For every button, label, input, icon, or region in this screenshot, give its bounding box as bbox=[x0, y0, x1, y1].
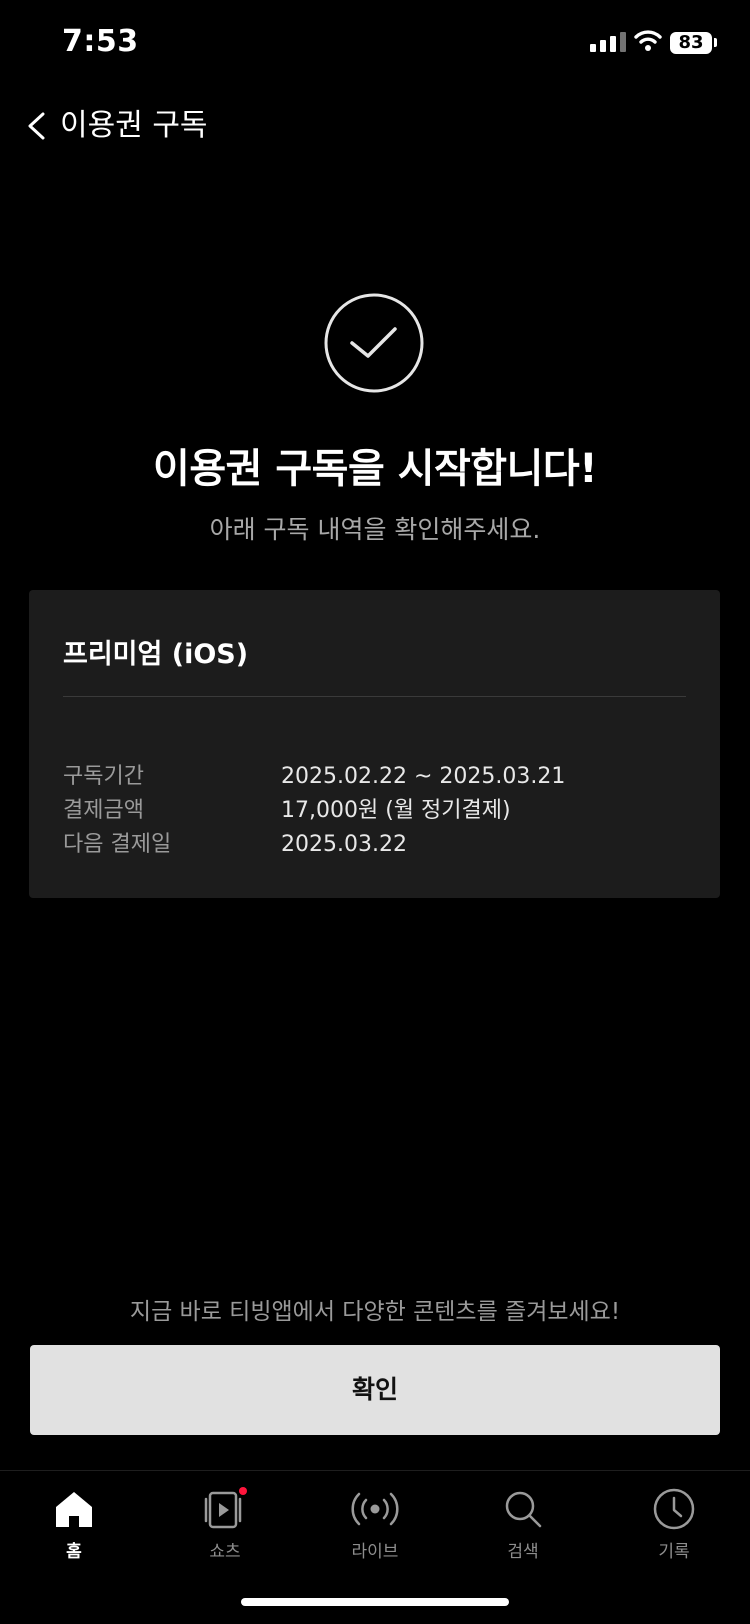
status-bar: 7:53 83 bbox=[0, 0, 750, 90]
notification-badge bbox=[239, 1487, 247, 1495]
tab-search[interactable]: 검색 bbox=[463, 1487, 583, 1562]
tab-label: 검색 bbox=[507, 1542, 539, 1562]
tab-shorts[interactable]: 쇼츠 bbox=[165, 1487, 285, 1562]
row-label: 구독기간 bbox=[63, 764, 144, 789]
shorts-icon bbox=[204, 1487, 247, 1529]
tab-live[interactable]: 라이브 bbox=[315, 1487, 435, 1562]
row-label: 다음 결제일 bbox=[63, 832, 172, 857]
confirm-button[interactable]: 확인 bbox=[30, 1345, 720, 1435]
battery-tip bbox=[714, 38, 717, 47]
tab-history[interactable]: 기록 bbox=[614, 1487, 734, 1562]
home-icon bbox=[56, 1492, 92, 1527]
tab-label: 기록 bbox=[658, 1542, 690, 1562]
search-icon bbox=[505, 1491, 542, 1528]
next-payment-row: 다음 결제일 2025.03.22 bbox=[63, 828, 703, 862]
cellular-signal-icon bbox=[590, 32, 626, 52]
row-label: 결제금액 bbox=[63, 798, 144, 823]
card-divider bbox=[63, 696, 686, 697]
tab-label: 홈 bbox=[66, 1542, 82, 1562]
row-value: 2025.02.22 ~ 2025.03.21 bbox=[281, 764, 566, 789]
header: 이용권 구독 bbox=[0, 96, 750, 156]
success-subtitle: 아래 구독 내역을 확인해주세요. bbox=[209, 515, 541, 544]
page-title: 이용권 구독 bbox=[60, 108, 208, 143]
payment-amount-row: 결제금액 17,000원 (월 정기결제) bbox=[63, 794, 703, 828]
tab-label: 쇼츠 bbox=[209, 1542, 241, 1562]
plan-name: 프리미엄 (iOS) bbox=[63, 639, 249, 670]
chevron-left-icon bbox=[28, 112, 45, 140]
success-title: 이용권 구독을 시작합니다! bbox=[153, 446, 597, 492]
back-button[interactable] bbox=[18, 104, 58, 148]
history-icon bbox=[653, 1488, 695, 1530]
status-time: 7:53 bbox=[62, 24, 139, 59]
row-value: 17,000원 (월 정기결제) bbox=[281, 798, 511, 823]
wifi-icon bbox=[634, 30, 662, 51]
subscription-period-row: 구독기간 2025.02.22 ~ 2025.03.21 bbox=[63, 760, 703, 794]
home-indicator bbox=[241, 1598, 509, 1606]
tab-label: 라이브 bbox=[351, 1542, 399, 1562]
subscription-card: 프리미엄 (iOS) 구독기간 2025.02.22 ~ 2025.03.21 … bbox=[29, 590, 720, 898]
check-circle-icon bbox=[324, 293, 424, 393]
tab-home[interactable]: 홈 bbox=[14, 1487, 134, 1562]
promo-text: 지금 바로 티빙앱에서 다양한 콘텐츠를 즐겨보세요! bbox=[129, 1299, 621, 1325]
row-value: 2025.03.22 bbox=[281, 832, 407, 857]
battery-indicator: 83 bbox=[670, 32, 712, 54]
live-icon bbox=[351, 1492, 399, 1526]
